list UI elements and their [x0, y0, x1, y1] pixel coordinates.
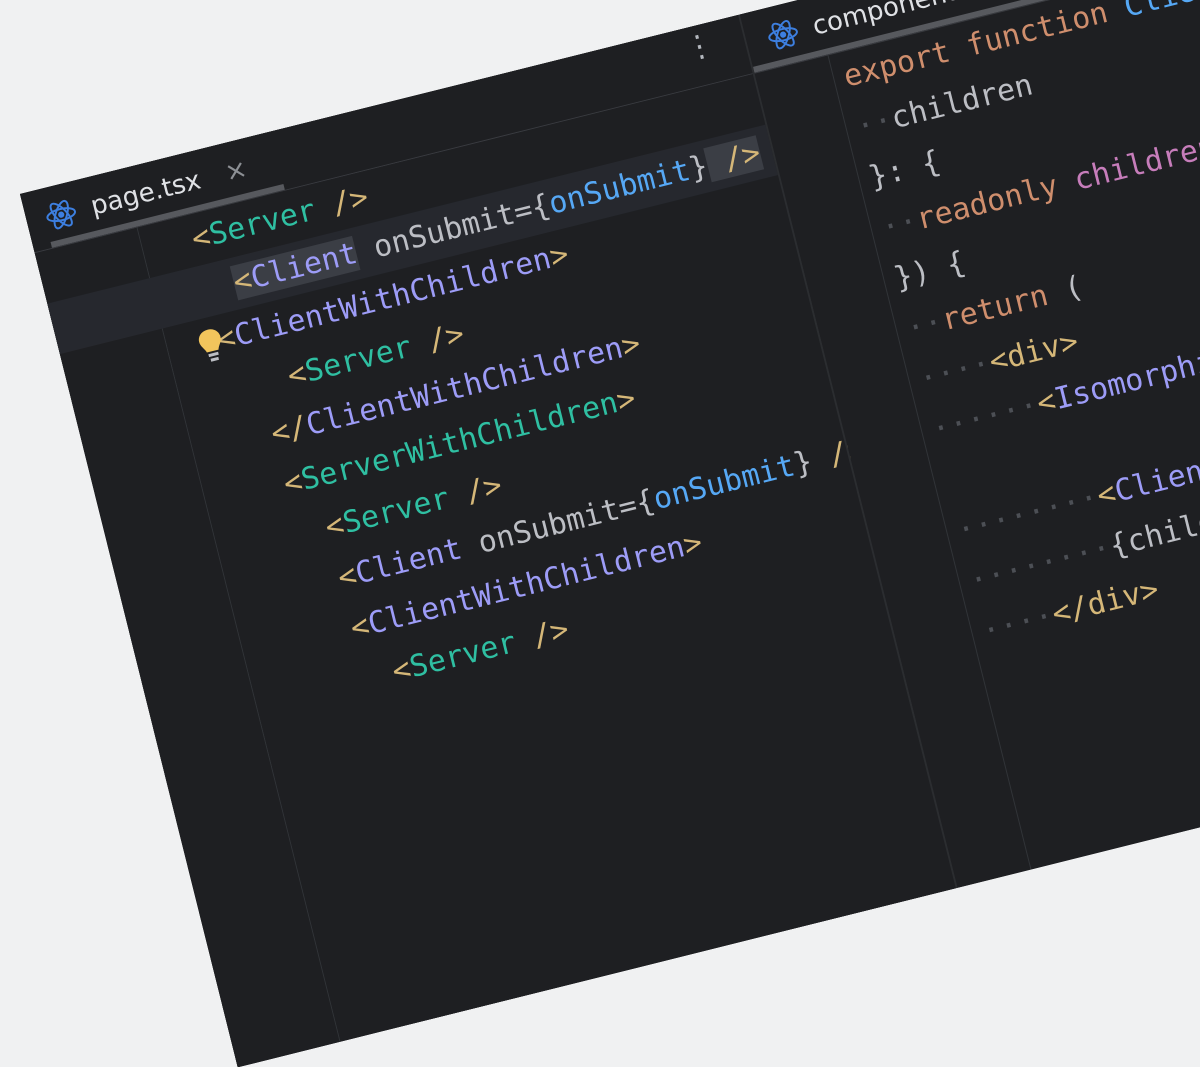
whitespace-dots: ····: [978, 598, 1058, 650]
token: />: [310, 179, 372, 227]
token: />: [406, 316, 468, 364]
token: onSubmit: [545, 152, 694, 222]
token: Client: [1111, 449, 1200, 510]
token: }) {: [890, 244, 969, 297]
react-icon: [768, 19, 798, 50]
token: children: [1070, 128, 1200, 198]
token: />: [511, 611, 573, 659]
tab-close-icon[interactable]: ×: [222, 154, 250, 188]
token: Client: [1121, 0, 1200, 25]
whitespace-dots: ····: [915, 345, 995, 398]
token: />: [444, 467, 506, 515]
more-options-icon[interactable]: ⋮: [681, 26, 719, 67]
ide-window: page.tsx × ⋮ ✓ <Server /> <Client onSubm…: [20, 0, 1200, 1067]
token: />: [702, 135, 764, 183]
token: }: {: [865, 144, 944, 196]
token: div: [1003, 328, 1065, 376]
token: div: [1083, 576, 1145, 624]
react-icon: [46, 199, 77, 230]
token: onSubmit: [649, 448, 799, 518]
token: (: [1043, 269, 1087, 312]
